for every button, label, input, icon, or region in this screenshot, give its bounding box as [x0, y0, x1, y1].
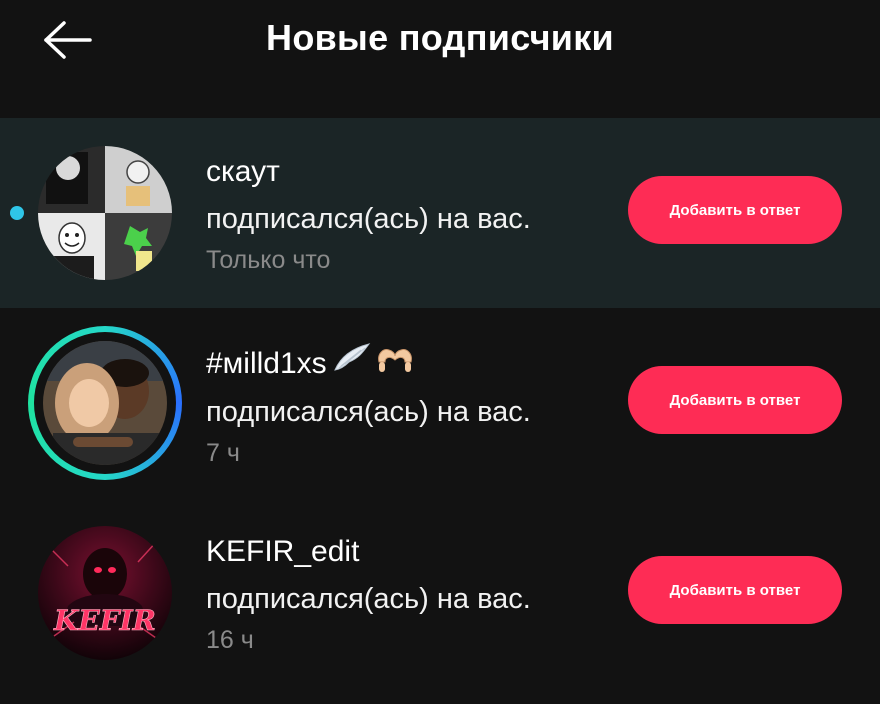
follow-back-button[interactable]: Добавить в ответ [628, 176, 842, 244]
username[interactable]: KEFIR_edit [206, 532, 616, 572]
follower-info: KEFIR_edit подписался(ась) на вас. 16 ч [206, 532, 616, 658]
header: Новые подписчики [0, 0, 880, 110]
page-title: Новые подписчики [266, 17, 614, 58]
list-item[interactable]: KEFIR KEFIR_edit подписался(ась) на вас.… [0, 498, 880, 688]
avatar[interactable] [43, 341, 167, 465]
avatar-logo-text: KEFIR [53, 604, 156, 637]
avatar[interactable] [38, 146, 172, 280]
username[interactable]: скаут [206, 152, 616, 192]
avatar[interactable]: KEFIR [38, 526, 172, 660]
follow-back-button[interactable]: Добавить в ответ [628, 556, 842, 624]
list-item[interactable]: скаут подписался(ась) на вас. Только что… [0, 118, 880, 308]
username[interactable]: #мilld1xs [206, 342, 616, 385]
unread-indicator [10, 206, 24, 220]
timestamp: 16 ч [206, 626, 254, 654]
follow-action-text: подписался(ась) на вас. [206, 396, 531, 428]
username-text: #мilld1xs [206, 346, 327, 380]
follow-action-text: подписался(ась) на вас. [206, 203, 531, 235]
list-item[interactable]: #мilld1xs подписался(ась) на вас. 7 ч До… [0, 308, 880, 498]
new-followers-screen: Новые подписчики скаут подписался(ась) н… [0, 0, 880, 704]
wing-icon [331, 342, 371, 385]
follow-back-button[interactable]: Добавить в ответ [628, 366, 842, 434]
timestamp: 7 ч [206, 439, 240, 467]
follower-info: скаут подписался(ась) на вас. Только что [206, 152, 616, 278]
timestamp: Только что [206, 246, 331, 274]
heart-hands-icon [375, 342, 415, 385]
follow-action-text: подписался(ась) на вас. [206, 583, 531, 615]
followers-list: скаут подписался(ась) на вас. Только что… [0, 118, 880, 688]
follower-info: #мilld1xs подписался(ась) на вас. 7 ч [206, 342, 616, 471]
